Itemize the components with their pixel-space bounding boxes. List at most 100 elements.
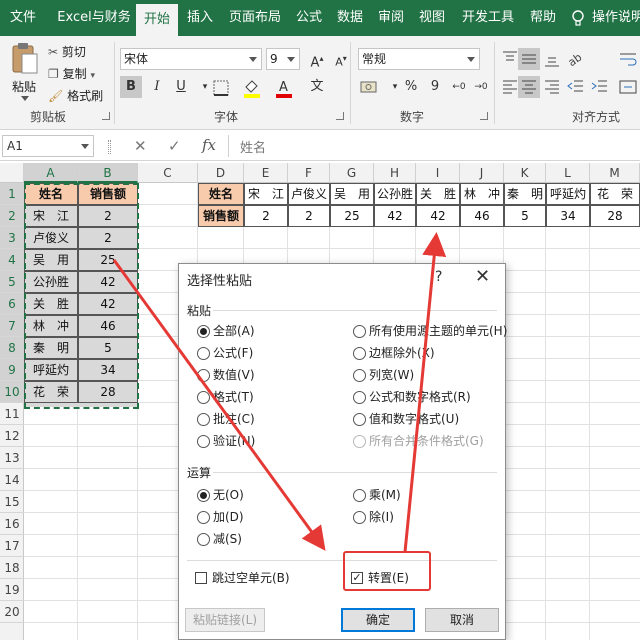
radio-paste-except-borders[interactable]: 边框除外(X) [353, 344, 435, 362]
align-bottom-icon[interactable] [542, 50, 562, 68]
radio-paste-column-widths[interactable]: 列宽(W) [353, 366, 414, 384]
radio-paste-all[interactable]: 全部(A) [197, 322, 255, 340]
help-icon[interactable]: ? [435, 269, 442, 285]
name-box[interactable]: A1 [2, 135, 94, 157]
row-header-11[interactable]: 11 [0, 403, 24, 425]
cell-transposed-sales[interactable]: 2 [244, 205, 288, 227]
font-name-combo[interactable]: 宋体 [120, 48, 262, 70]
cell-transposed-name[interactable]: 宋 江 [244, 183, 288, 205]
cell-transposed-sales[interactable]: 42 [374, 205, 416, 227]
bold-button[interactable]: B [120, 76, 142, 98]
cell-transposed-name[interactable]: 关 胜 [416, 183, 460, 205]
column-header-c[interactable]: C [138, 163, 198, 183]
radio-paste-values-number-formats[interactable]: 值和数字格式(U) [353, 410, 459, 428]
tab-data[interactable]: 数据 [332, 0, 368, 36]
column-header-e[interactable]: E [244, 163, 288, 183]
column-header-i[interactable]: I [416, 163, 460, 183]
shrink-font-button[interactable]: A▾ [330, 48, 352, 70]
paste-dropdown-icon[interactable] [21, 96, 29, 101]
column-header-g[interactable]: G [330, 163, 374, 183]
percent-style-button[interactable]: % [400, 76, 422, 98]
row-header-13[interactable]: 13 [0, 447, 24, 469]
column-header-j[interactable]: J [460, 163, 504, 183]
align-left-icon[interactable] [500, 78, 520, 96]
merge-center-icon[interactable] [618, 78, 638, 96]
row-header-16[interactable]: 16 [0, 513, 24, 535]
cell-transposed-name[interactable]: 吴 用 [330, 183, 374, 205]
radio-operation-multiply[interactable]: 乘(M) [353, 486, 401, 504]
radio-operation-subtract[interactable]: 减(S) [197, 530, 242, 548]
radio-operation-none[interactable]: 无(O) [197, 486, 244, 504]
row-header-4[interactable]: 4 [0, 249, 24, 271]
cancel-entry-icon[interactable]: ✕ [134, 137, 147, 155]
currency-format-icon[interactable] [360, 78, 380, 96]
cell-transposed-name[interactable]: 花 荣 [590, 183, 640, 205]
confirm-entry-icon[interactable]: ✓ [168, 137, 181, 155]
column-header-h[interactable]: H [374, 163, 416, 183]
italic-button[interactable]: I [146, 76, 168, 98]
row-header-18[interactable]: 18 [0, 557, 24, 579]
ok-button[interactable]: 确定 [341, 608, 415, 632]
cell-d2-sales-label[interactable]: 销售额 [198, 205, 244, 227]
formula-bar-grip[interactable] [108, 140, 111, 154]
cut-button[interactable]: ✂ 剪切 [48, 43, 86, 60]
column-header-m[interactable]: M [590, 163, 640, 183]
decrease-indent-icon[interactable] [566, 78, 586, 96]
clipboard-launcher-icon[interactable] [102, 112, 110, 120]
tab-insert[interactable]: 插入 [182, 0, 218, 36]
cell-transposed-name[interactable]: 卢俊义 [288, 183, 330, 205]
tab-review[interactable]: 审阅 [372, 0, 410, 36]
paste-icon[interactable] [10, 42, 40, 76]
cell-transposed-sales[interactable]: 5 [504, 205, 546, 227]
row-header-5[interactable]: 5 [0, 271, 24, 293]
radio-operation-divide[interactable]: 除(I) [353, 508, 394, 526]
row-header-7[interactable]: 7 [0, 315, 24, 337]
tab-page-layout[interactable]: 页面布局 [224, 0, 286, 36]
row-header-3[interactable]: 3 [0, 227, 24, 249]
tab-formulas[interactable]: 公式 [290, 0, 328, 36]
skip-blanks-checkbox[interactable]: 跳过空单元(B) [195, 569, 290, 587]
formula-input[interactable]: 姓名 [240, 137, 266, 156]
radio-paste-source-theme[interactable]: 所有使用源主题的单元(H) [353, 322, 507, 340]
wrap-text-icon[interactable] [618, 50, 638, 68]
tab-help[interactable]: 帮助 [524, 0, 562, 36]
radio-paste-formulas-number-formats[interactable]: 公式和数字格式(R) [353, 388, 471, 406]
align-right-icon[interactable] [542, 78, 562, 96]
borders-icon[interactable] [212, 79, 230, 97]
tab-file[interactable]: 文件 [0, 0, 46, 36]
column-header-k[interactable]: K [504, 163, 546, 183]
radio-operation-add[interactable]: 加(D) [197, 508, 244, 526]
cell-transposed-sales[interactable]: 34 [546, 205, 590, 227]
row-header-20[interactable]: 20 [0, 601, 24, 623]
radio-paste-formulas[interactable]: 公式(F) [197, 344, 253, 362]
row-header-2[interactable]: 2 [0, 205, 24, 227]
number-launcher-icon[interactable] [480, 112, 488, 120]
row-header-17[interactable]: 17 [0, 535, 24, 557]
row-header-6[interactable]: 6 [0, 293, 24, 315]
paste-link-button[interactable]: 粘贴链接(L) [185, 608, 265, 632]
grow-font-button[interactable]: A▴ [306, 48, 328, 70]
fill-color-icon[interactable] [242, 77, 262, 99]
copy-button[interactable]: ❐ 复制 ▾ [48, 65, 95, 82]
row-header-9[interactable]: 9 [0, 359, 24, 381]
cell-transposed-sales[interactable]: 28 [590, 205, 640, 227]
tab-developer[interactable]: 开发工具 [456, 0, 520, 36]
select-all-corner[interactable] [0, 163, 24, 183]
increase-indent-icon[interactable] [590, 78, 610, 96]
cell-transposed-name[interactable]: 秦 明 [504, 183, 546, 205]
copy-dropdown-icon[interactable]: ▾ [90, 71, 95, 81]
row-header-12[interactable]: 12 [0, 425, 24, 447]
number-format-combo[interactable]: 常规 [358, 48, 480, 70]
tab-home[interactable]: 开始 [136, 4, 178, 36]
row-header-1[interactable]: 1 [0, 183, 24, 205]
row-header-19[interactable]: 19 [0, 579, 24, 601]
cell-transposed-sales[interactable]: 25 [330, 205, 374, 227]
align-middle-icon[interactable] [518, 48, 540, 70]
tell-me-search[interactable]: 操作说明 [592, 0, 640, 36]
align-center-icon[interactable] [518, 76, 540, 98]
tab-excel-finance[interactable]: Excel与财务 [52, 0, 136, 36]
radio-paste-values[interactable]: 数值(V) [197, 366, 255, 384]
cell-transposed-name[interactable]: 呼延灼 [546, 183, 590, 205]
row-header-8[interactable]: 8 [0, 337, 24, 359]
align-top-icon[interactable] [500, 50, 520, 68]
